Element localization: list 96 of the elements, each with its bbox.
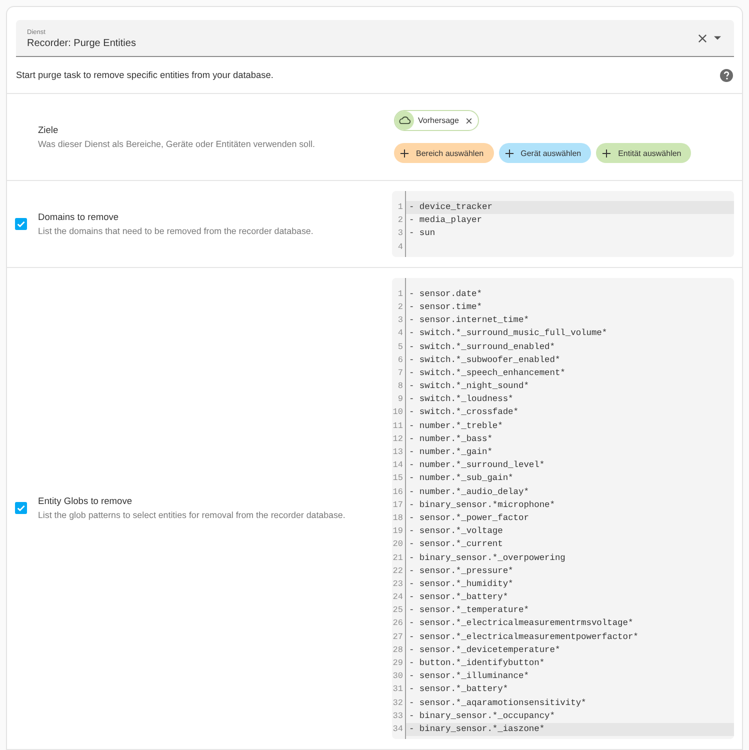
caret-icon[interactable] [714,36,721,40]
help-icon[interactable] [720,68,733,82]
code-line: - sensor.*_electricalmeasurementrmsvoltage* [408,617,634,630]
line-number: 19 [392,525,403,538]
line-number: 8 [398,380,403,394]
line-number: 4 [398,327,403,340]
line-number: 15 [392,472,403,486]
code-line: - binary_sensor.*_occupancy* [408,710,556,723]
code-line: - sensor.*_pressure* [408,564,514,578]
line-number: 7 [398,366,403,380]
line-number: 1 [398,201,403,214]
code-line: - sensor.*_devicetemperature* [408,644,562,657]
line-number: 24 [392,591,403,604]
line-number: 17 [392,498,403,512]
add-target-button[interactable]: Gerät auswählen [498,143,592,163]
code-line: - number.*_gain* [408,446,494,459]
add-target-button[interactable]: Bereich auswählen [394,143,494,163]
code-line: - switch.*_loudness* [408,393,514,406]
code-line: - sensor.date* [408,288,483,301]
code-line: - number.*_sub_gain* [408,472,514,486]
section-title: Ziele [38,124,60,136]
code-line: - number.*_treble* [408,420,504,433]
remove-icon[interactable] [464,116,473,124]
section-description: Was dieser Dienst als Bereiche, Geräte oder Entitäten verwenden soll. [38,138,315,150]
plus-icon [504,148,514,158]
code-line: - switch.*_night_sound* [408,380,530,394]
service-description: Start purge task to remove specific entities from your database. [16,70,274,80]
code-line: - sensor.*_battery* [408,591,510,604]
line-number: 23 [392,578,403,591]
code-line: - sensor.*_current [408,538,504,552]
line-number: 16 [392,486,403,499]
line-number: 34 [392,722,403,736]
line-number: 14 [392,459,403,472]
clear-icon[interactable] [698,34,707,42]
line-number: 18 [392,512,403,525]
line-number: 2 [398,300,403,314]
code-line: - sensor.internet_time* [408,314,530,328]
code-line: - sensor.time* [408,300,483,314]
line-number: 21 [392,552,403,564]
line-number: 3 [398,227,403,240]
section-description: List the domains that need to be removed from the recorder database. [38,224,314,237]
code-line: - number.*_bass* [408,432,494,446]
line-number: 11 [392,420,403,433]
code-line: - switch.*_surround_music_full_volume* [408,327,608,340]
line-number: 26 [392,617,403,630]
plus-icon [400,148,409,158]
line-number: 10 [392,406,403,420]
line-number: 6 [398,354,403,367]
code-line: - media_player [408,214,483,228]
add-target-button[interactable]: Entität auswählen [596,143,692,163]
line-number: 22 [392,564,403,578]
line-number: 30 [392,670,403,684]
line-number: 9 [398,393,403,406]
line-number: 33 [392,710,403,723]
code-line: - number.*_surround_level* [408,459,546,472]
code-line: - sensor.*_aqaramotionsensitivity* [408,696,588,710]
line-number: 1 [398,288,403,301]
line-number: 32 [392,696,403,710]
code-line: - sensor.*_electricalmeasurementpowerfactor* [408,630,640,644]
checkbox[interactable] [15,218,27,230]
line-number: 5 [398,340,403,354]
line-number: 13 [392,446,403,459]
line-number: 28 [392,644,403,657]
line-number: 3 [398,314,403,328]
line-number: 25 [392,604,403,618]
code-line: - number.*_audio_delay* [408,486,530,499]
cloud-icon [395,111,414,130]
code-line: - sensor.*_power_factor [408,512,530,525]
line-number: 2 [398,214,403,228]
line-number: 4 [398,240,403,254]
section-title: Entity Globs to remove [38,495,134,508]
code-line: - switch.*_subwoofer_enabled* [408,354,562,367]
code-line: - switch.*_speech_enhancement* [408,366,566,380]
line-number: 29 [392,657,403,670]
target-chip[interactable]: Vorhersage [394,110,479,131]
code-line: - sensor.*_temperature* [408,604,530,618]
code-line: - sensor.*_humidity* [408,578,514,591]
code-line: - sensor.*_battery* [408,683,510,696]
code-line: - sensor.*_voltage [408,525,504,538]
code-line: - binary_sensor.*microphone* [408,498,556,512]
code-editor[interactable]: 1 2 3 4 - device_tracker - media_player - sun [392,191,734,257]
code-line: - switch.*_surround_enabled* [408,340,556,354]
checkbox[interactable] [15,502,27,514]
line-number: 12 [392,432,403,446]
code-line: - switch.*_crossfade* [408,406,520,420]
line-number: 20 [392,538,403,552]
code-editor[interactable] [392,278,734,740]
section-description: List the glob patterns to select entities for removal from the recorder database. [38,509,346,522]
code-line: - sun [408,227,436,240]
code-line: - button.*_identifybutton* [408,657,546,670]
section-title: Domains to remove [38,210,120,223]
code-line: - sensor.*_illuminance* [408,670,530,684]
code-line: - binary_sensor.*_overpowering [408,552,566,564]
line-number: 31 [392,683,403,696]
line-number: 27 [392,630,403,644]
plus-icon [602,148,612,158]
